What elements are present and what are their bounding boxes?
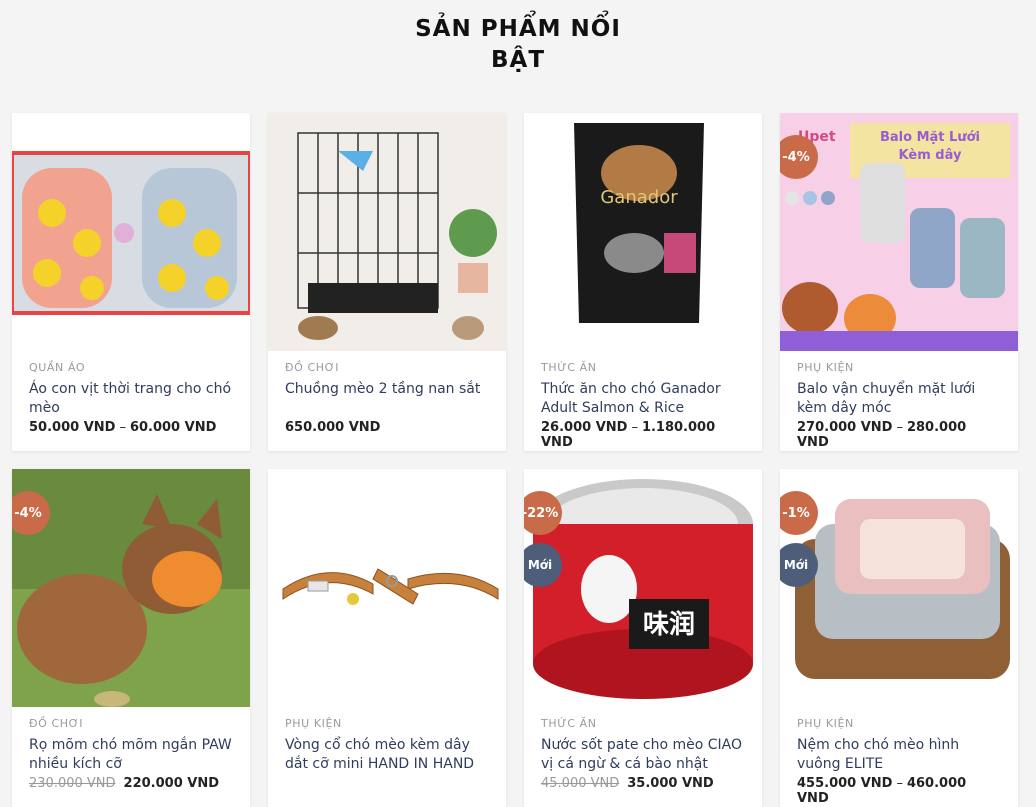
- product-category[interactable]: ĐỒ CHƠI: [285, 361, 489, 374]
- price-current: 35.000 VND: [627, 776, 714, 791]
- product-image[interactable]: -4%: [12, 469, 250, 707]
- product-card[interactable]: -4% ĐỒ CHƠI Rọ mõm chó mõm ngắn PAW nhiề…: [12, 469, 250, 807]
- bag-brand-text: Ganador: [600, 187, 678, 208]
- product-image[interactable]: [12, 113, 250, 351]
- dog-clothes-image: [12, 151, 250, 315]
- can-label-text: 味润: [643, 609, 695, 640]
- banner-title-2: Kèm dây: [899, 148, 962, 163]
- product-name[interactable]: Thức ăn cho chó Ganador Adult Salmon & R…: [541, 380, 745, 418]
- price-separator: –: [896, 420, 903, 435]
- cat-cage-image: [268, 113, 506, 351]
- section-title-line-2: BẬT: [490, 47, 546, 73]
- product-price: 26.000 VND –1.180.000 VND: [541, 420, 745, 450]
- price-min: 455.000 VND: [797, 776, 893, 791]
- price-min: 26.000 VND: [541, 420, 628, 435]
- product-category[interactable]: PHỤ KIỆN: [797, 361, 1001, 374]
- product-price: 455.000 VND –460.000 VND: [797, 776, 1001, 806]
- price-old: 45.000 VND: [541, 776, 620, 791]
- banner-title-1: Balo Mặt Lưới: [880, 130, 980, 145]
- price-old: 230.000 VND: [29, 776, 116, 791]
- product-name[interactable]: Nệm cho chó mèo hình vuông ELITE: [797, 736, 1001, 774]
- product-price: 50.000 VND –60.000 VND: [29, 420, 233, 435]
- product-price: 650.000 VND: [285, 420, 381, 435]
- price-min: 50.000 VND: [29, 420, 116, 435]
- product-image[interactable]: -1% Mới: [780, 469, 1018, 707]
- product-image[interactable]: [268, 113, 506, 351]
- product-category[interactable]: THỨC ĂN: [541, 361, 745, 374]
- product-card[interactable]: PHỤ KIỆN Vòng cổ chó mèo kèm dây dắt cỡ …: [268, 469, 506, 807]
- product-name[interactable]: Vòng cổ chó mèo kèm dây dắt cỡ mini HAND…: [285, 736, 489, 774]
- price-max: 60.000 VND: [129, 420, 217, 435]
- product-price: 45.000 VND 35.000 VND: [541, 776, 745, 791]
- price-separator: –: [896, 776, 903, 791]
- product-category[interactable]: PHỤ KIỆN: [285, 717, 489, 730]
- pet-collar-leash-image: [268, 469, 506, 707]
- product-image[interactable]: Upet Balo Mặt Lưới Kèm dây -4%: [780, 113, 1018, 351]
- product-price: 230.000 VND 220.000 VND: [29, 776, 233, 791]
- price-separator: –: [631, 420, 638, 435]
- product-card[interactable]: Ganador THỨC ĂN Thức ăn cho chó Ganador …: [524, 113, 762, 451]
- product-card[interactable]: Upet Balo Mặt Lưới Kèm dây -4% PHỤ KIỆN …: [780, 113, 1018, 451]
- price-min: 270.000 VND: [797, 420, 893, 435]
- product-image[interactable]: 味润 -22% Mới: [524, 469, 762, 707]
- product-category[interactable]: QUẦN ÁO: [29, 361, 233, 374]
- product-name[interactable]: Chuồng mèo 2 tầng nan sắt: [285, 380, 489, 399]
- price-current: 220.000 VND: [123, 776, 219, 791]
- product-card[interactable]: ĐỒ CHƠI Chuồng mèo 2 tầng nan sắt 650.00…: [268, 113, 506, 451]
- product-name[interactable]: Rọ mõm chó mõm ngắn PAW nhiều kích cỡ: [29, 736, 233, 774]
- section-title: SẢN PHẨM NỔI BẬT: [0, 14, 1036, 76]
- product-name[interactable]: Áo con vịt thời trang cho chó mèo: [29, 380, 233, 418]
- product-card[interactable]: QUẦN ÁO Áo con vịt thời trang cho chó mè…: [12, 113, 250, 451]
- product-name[interactable]: Nước sốt pate cho mèo CIAO vị cá ngừ & c…: [541, 736, 745, 774]
- dog-food-bag-image: Ganador: [524, 113, 762, 351]
- product-card[interactable]: 味润 -22% Mới THỨC ĂN Nước sốt pate cho mè…: [524, 469, 762, 807]
- product-category[interactable]: THỨC ĂN: [541, 717, 745, 730]
- product-price: 270.000 VND –280.000 VND: [797, 420, 1001, 450]
- price-separator: –: [119, 420, 126, 435]
- product-image[interactable]: [268, 469, 506, 707]
- product-card[interactable]: -1% Mới PHỤ KIỆN Nệm cho chó mèo hình vu…: [780, 469, 1018, 807]
- section-title-line-1: SẢN PHẨM NỔI: [415, 16, 621, 42]
- product-category[interactable]: PHỤ KIỆN: [797, 717, 1001, 730]
- product-image[interactable]: Ganador: [524, 113, 762, 351]
- product-category[interactable]: ĐỒ CHƠI: [29, 717, 233, 730]
- product-name[interactable]: Balo vận chuyển mặt lưới kèm dây móc: [797, 380, 1001, 418]
